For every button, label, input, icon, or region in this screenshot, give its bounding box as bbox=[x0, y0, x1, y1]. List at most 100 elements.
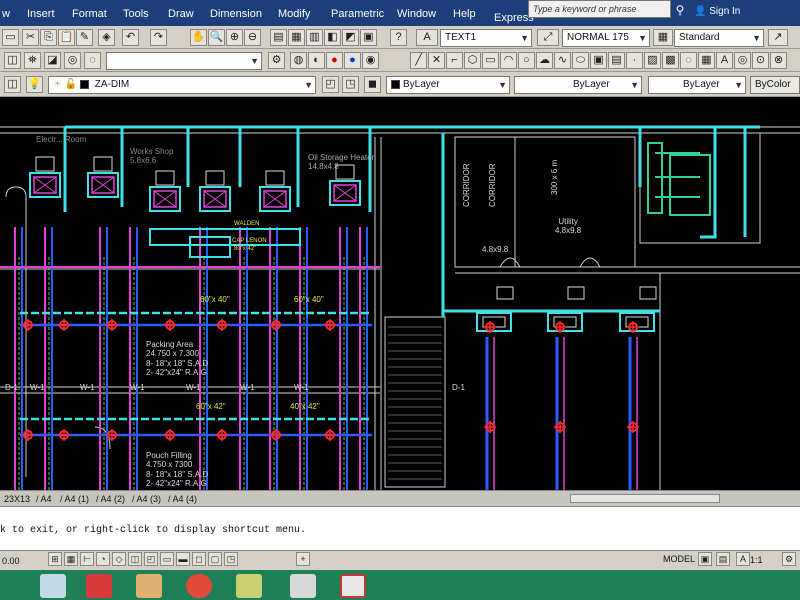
redo-icon[interactable]: ↷ bbox=[150, 29, 167, 46]
revision-cloud-icon[interactable]: ☁ bbox=[536, 52, 553, 69]
layer-bulb-icon[interactable]: 💡 bbox=[26, 76, 43, 93]
polar-icon[interactable]: ◔ bbox=[96, 552, 110, 566]
new-icon[interactable]: ▭ bbox=[2, 29, 19, 46]
make-object-layer-current-icon[interactable]: ◰ bbox=[322, 76, 339, 93]
hatch-icon[interactable]: ▨ bbox=[644, 52, 661, 69]
horizontal-scrollbar[interactable] bbox=[570, 494, 720, 503]
copy-icon[interactable]: ⎘ bbox=[40, 29, 57, 46]
layer-state-icon[interactable]: ⛯ bbox=[24, 52, 41, 69]
steering-wheel-icon[interactable]: ⊗ bbox=[770, 52, 787, 69]
notepad-icon[interactable] bbox=[290, 574, 316, 598]
layer-previous-icon[interactable]: ◪ bbox=[44, 52, 61, 69]
workspace-select[interactable]: ▼ bbox=[106, 52, 262, 70]
tool-palettes-icon[interactable]: ▥ bbox=[306, 29, 323, 46]
ducs-icon[interactable]: ◰ bbox=[144, 552, 158, 566]
menu-window[interactable]: Window bbox=[397, 8, 436, 20]
offset-icon[interactable]: ◎ bbox=[734, 52, 751, 69]
quick-view-layouts-icon[interactable]: ▣ bbox=[698, 552, 712, 566]
osnap-icon[interactable]: ◇ bbox=[112, 552, 126, 566]
visual-style-icon[interactable]: ◉ bbox=[362, 52, 379, 69]
transparency-icon[interactable]: ◻ bbox=[192, 552, 206, 566]
markup-icon[interactable]: ◩ bbox=[342, 29, 359, 46]
undo-icon[interactable]: ↶ bbox=[122, 29, 139, 46]
chrome-icon[interactable] bbox=[186, 574, 212, 598]
binoculars-icon[interactable]: ⚲ bbox=[673, 3, 687, 17]
media-player-icon[interactable] bbox=[86, 574, 112, 598]
zoom-previous-icon[interactable]: ⊖ bbox=[244, 29, 261, 46]
tab-model-23x13[interactable]: 23X13 bbox=[4, 494, 30, 504]
calculator-icon[interactable]: ▣ bbox=[360, 29, 377, 46]
text-style-select[interactable]: TEXT1 ▼ bbox=[440, 29, 532, 47]
tab-a4[interactable]: / A4 bbox=[36, 494, 52, 504]
snap-icon[interactable]: ⊞ bbox=[48, 552, 62, 566]
design-center-icon[interactable]: ▦ bbox=[288, 29, 305, 46]
workspace-settings-icon[interactable]: ⚙ bbox=[268, 52, 285, 69]
grid-icon[interactable]: ▦ bbox=[64, 552, 78, 566]
table-style-select[interactable]: Standard ▼ bbox=[674, 29, 764, 47]
menu-format[interactable]: Format bbox=[72, 8, 107, 20]
sheet-set-icon[interactable]: ◧ bbox=[324, 29, 341, 46]
tab-a4-3[interactable]: / A4 (3) bbox=[132, 494, 161, 504]
region-icon[interactable]: ◌ bbox=[680, 52, 697, 69]
annotation-scale[interactable]: 1:1 bbox=[750, 555, 763, 565]
workspace-switch-icon[interactable]: ⚙ bbox=[782, 552, 796, 566]
menu-view[interactable]: w bbox=[2, 8, 10, 20]
layer-previous-icon[interactable]: ◳ bbox=[342, 76, 359, 93]
help-icon[interactable]: ? bbox=[390, 29, 407, 46]
rectangle-icon[interactable]: ▭ bbox=[482, 52, 499, 69]
tab-a4-4[interactable]: / A4 (4) bbox=[168, 494, 197, 504]
block-editor-icon[interactable]: ◈ bbox=[98, 29, 115, 46]
menu-parametric[interactable]: Parametric bbox=[331, 8, 384, 20]
lineweight-select[interactable]: ByLayer ▼ bbox=[648, 76, 746, 94]
render-icon[interactable]: ◍ bbox=[290, 52, 307, 69]
tab-a4-2[interactable]: / A4 (2) bbox=[96, 494, 125, 504]
selection-cycling-icon[interactable]: ◳ bbox=[224, 552, 238, 566]
autocad-icon[interactable] bbox=[340, 574, 366, 598]
pan-icon[interactable]: ✋ bbox=[190, 29, 207, 46]
menu-help[interactable]: Help bbox=[453, 8, 476, 20]
menu-modify[interactable]: Modify bbox=[278, 8, 310, 20]
file-explorer-icon[interactable] bbox=[40, 574, 66, 598]
spline-icon[interactable]: ∿ bbox=[554, 52, 571, 69]
polyline-icon[interactable]: ⌐ bbox=[446, 52, 463, 69]
dyn-icon[interactable]: ▭ bbox=[160, 552, 174, 566]
search-input[interactable]: Type a keyword or phrase bbox=[528, 0, 671, 18]
orbit-icon[interactable]: ⊙ bbox=[752, 52, 769, 69]
blue-sphere-icon[interactable]: ● bbox=[344, 52, 361, 69]
tab-a4-1[interactable]: / A4 (1) bbox=[60, 494, 89, 504]
layer-manager-icon[interactable]: ◫ bbox=[4, 52, 21, 69]
construction-line-icon[interactable]: ✕ bbox=[428, 52, 445, 69]
drawing-canvas[interactable]: Electr... Room Works Shop 5.8x6.6 Oil St… bbox=[0, 97, 800, 490]
quick-properties-icon[interactable]: ▢ bbox=[208, 552, 222, 566]
gradient-icon[interactable]: ▩ bbox=[662, 52, 679, 69]
text-style-icon[interactable]: A bbox=[416, 29, 438, 46]
linetype-select[interactable]: ByLayer ▼ bbox=[514, 76, 642, 94]
quick-view-drawings-icon[interactable]: ▤ bbox=[716, 552, 730, 566]
mtext-icon[interactable]: A bbox=[716, 52, 733, 69]
make-current-icon[interactable]: ◎ bbox=[64, 52, 81, 69]
ellipse-icon[interactable]: ⬭ bbox=[572, 52, 589, 69]
arc-icon[interactable]: ◠ bbox=[500, 52, 517, 69]
zoom-realtime-icon[interactable]: 🔍 bbox=[208, 29, 225, 46]
menu-tools[interactable]: Tools bbox=[123, 8, 149, 20]
circle-icon[interactable]: ○ bbox=[518, 52, 535, 69]
layer-select[interactable]: ☀ 🔓 ZA-DIM ▼ bbox=[48, 76, 316, 94]
layer-properties-icon[interactable]: ◫ bbox=[4, 76, 21, 93]
lineweight-icon[interactable]: ▬ bbox=[176, 552, 190, 566]
point-icon[interactable]: · bbox=[626, 52, 643, 69]
menu-insert[interactable]: Insert bbox=[27, 8, 55, 20]
isolate-icon[interactable]: ◌ bbox=[84, 52, 101, 69]
annotation-scale-icon[interactable]: A bbox=[736, 552, 750, 566]
model-space-button[interactable]: MODEL bbox=[663, 554, 695, 564]
red-sphere-icon[interactable]: ● bbox=[326, 52, 343, 69]
properties-icon[interactable]: ▤ bbox=[270, 29, 287, 46]
plot-style-select[interactable]: ByColor bbox=[750, 76, 800, 94]
match-properties-icon[interactable]: ✎ bbox=[76, 29, 93, 46]
polygon-icon[interactable]: ⬡ bbox=[464, 52, 481, 69]
insert-block-icon[interactable]: ▣ bbox=[590, 52, 607, 69]
table-icon[interactable]: ▦ bbox=[698, 52, 715, 69]
multileader-style-icon[interactable]: ↗ bbox=[768, 29, 788, 46]
line-icon[interactable]: ╱ bbox=[410, 52, 427, 69]
add-icon[interactable]: + bbox=[296, 552, 310, 566]
otrack-icon[interactable]: ◫ bbox=[128, 552, 142, 566]
